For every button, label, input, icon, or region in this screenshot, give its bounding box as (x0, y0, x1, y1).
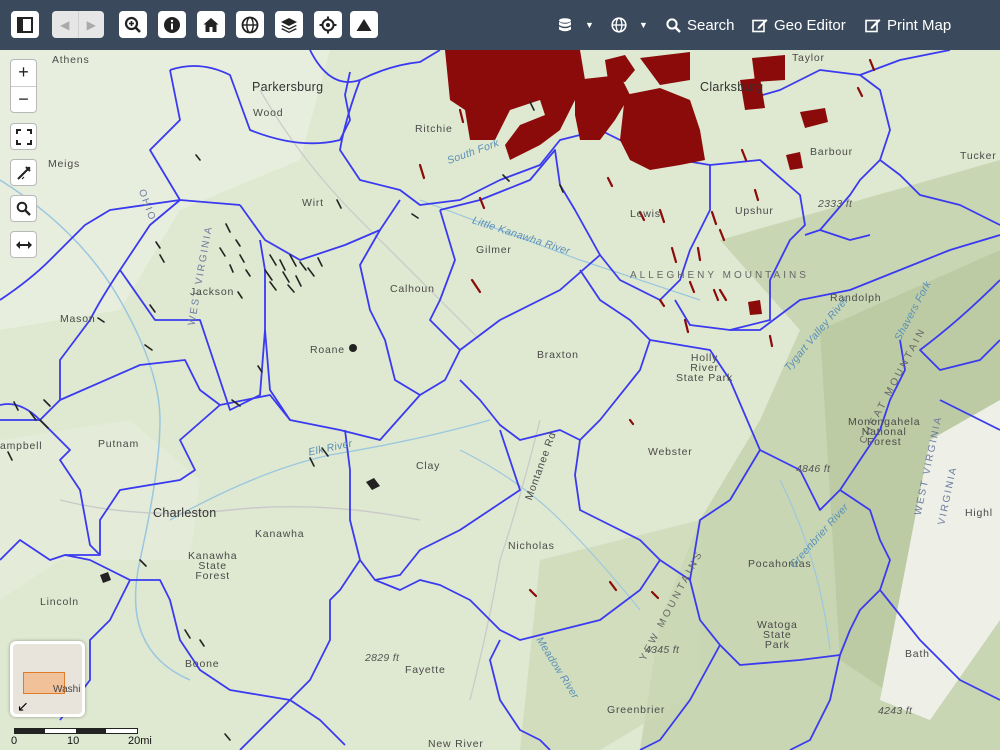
print-map-menu[interactable]: Print Map (865, 0, 951, 50)
place-label: Parkersburg (252, 80, 324, 94)
forest-label: Monongahela National Forest (848, 416, 921, 448)
county-label: Wirt (302, 197, 324, 209)
county-label: Highl (965, 507, 993, 519)
collapse-arrow-icon[interactable]: ↙ (17, 698, 29, 714)
database-icon (559, 18, 571, 32)
toolbar: ◀ ▶ ▼ ▼ Search Geo Editor Print Map (0, 0, 1000, 50)
find-icon (16, 201, 31, 216)
county-label: Kanawha (255, 528, 305, 540)
globe-button[interactable] (236, 11, 264, 38)
layers-icon (281, 17, 297, 33)
print-map-label: Print Map (887, 16, 952, 34)
place-label: Charleston (153, 506, 217, 520)
park-label: Watoga State Park (757, 619, 798, 651)
info-icon (164, 16, 180, 33)
county-label: Webster (648, 446, 693, 458)
county-label: Braxton (537, 349, 579, 361)
county-label: Fayette (405, 664, 446, 676)
scale-tick: 20mi (128, 735, 152, 747)
overview-map-canvas: Washi ↙ (13, 644, 82, 714)
fullscreen-button[interactable] (10, 123, 37, 150)
county-label: Greenbrier (607, 704, 666, 716)
county-label: Mason (60, 313, 96, 325)
overview-label: Washi (53, 684, 81, 695)
county-label: Putnam (98, 438, 139, 450)
data-menu[interactable]: ▼ (557, 0, 594, 50)
terrain-button[interactable] (350, 11, 378, 38)
globe-icon (241, 16, 259, 33)
scale-tick: 0 (11, 735, 18, 747)
sidebar-toggle-icon (17, 16, 33, 33)
scale-tick: 10 (67, 735, 80, 747)
locate-icon (319, 16, 337, 33)
county-label: Ritchie (415, 123, 453, 135)
search-menu[interactable]: Search (666, 0, 735, 50)
zoom-to-button[interactable] (119, 11, 147, 38)
sidebar-toggle-button[interactable] (11, 11, 39, 38)
mountain-label: ALLEGHENY MOUNTAINS (630, 270, 809, 281)
county-label: Boone (185, 658, 220, 670)
county-label: Jackson (190, 286, 235, 298)
county-label: Upshur (735, 205, 774, 217)
forward-arrow-icon[interactable]: ▶ (79, 11, 105, 38)
elevation-label: 4243 ft (878, 705, 913, 717)
fullscreen-icon (15, 128, 32, 145)
place-label: Athens (52, 54, 90, 66)
basemap-menu[interactable]: ▼ (611, 0, 648, 50)
park-label: Holly River State Park (676, 352, 734, 384)
locate-button[interactable] (314, 11, 342, 38)
measure-icon (16, 165, 31, 180)
county-label: Meigs (48, 158, 81, 170)
county-label: Taylor (792, 52, 825, 64)
overview-map[interactable]: Washi ↙ (10, 641, 85, 717)
width-icon (15, 240, 32, 249)
place-label: Clarksburg (700, 80, 764, 94)
county-label: Gilmer (476, 244, 512, 256)
elevation-label: 2333 ft (818, 198, 853, 210)
search-icon (666, 17, 681, 33)
layers-button[interactable] (275, 11, 303, 38)
geo-editor-menu[interactable]: Geo Editor (752, 0, 846, 50)
home-icon (203, 17, 219, 32)
county-label: Barbour (810, 146, 853, 158)
mountain-icon (356, 18, 372, 31)
measure-button[interactable] (10, 159, 37, 186)
scale-bar-graphic (14, 728, 138, 734)
edit-icon (865, 18, 881, 32)
park-label: Kanawha State Forest (188, 550, 238, 582)
width-button[interactable] (10, 231, 37, 258)
search-label: Search (687, 16, 735, 34)
county-label: ampbell (0, 440, 43, 452)
county-label: Roane (310, 344, 345, 356)
find-button[interactable] (10, 195, 37, 222)
county-label: Wood (253, 107, 284, 119)
elevation-label: 2829 ft (365, 652, 400, 664)
info-button[interactable] (158, 11, 186, 38)
county-label: Lincoln (40, 596, 79, 608)
zoom-to-icon (124, 16, 141, 33)
county-label: Nicholas (508, 540, 555, 552)
home-button[interactable] (197, 11, 225, 38)
zoom-in-icon[interactable]: + (11, 60, 36, 87)
back-arrow-icon[interactable]: ◀ (52, 11, 79, 38)
county-label: Calhoun (390, 283, 435, 295)
river-label: New River (428, 738, 484, 750)
map-canvas[interactable]: Athens Parkersburg Wood Meigs OHIO WEST … (0, 50, 1000, 750)
county-label: Clay (416, 460, 441, 472)
basemap-globe-icon (611, 17, 627, 33)
county-label: Lewis (630, 208, 661, 220)
county-label: Tucker (960, 150, 997, 162)
zoom-out-icon[interactable]: − (11, 87, 36, 113)
county-label: Bath (905, 648, 930, 660)
edit-icon (752, 18, 768, 32)
history-nav: ◀ ▶ (52, 11, 104, 38)
geo-editor-label: Geo Editor (774, 16, 846, 34)
elevation-label: 4846 ft (796, 463, 831, 475)
zoom-control: + − (10, 59, 37, 113)
